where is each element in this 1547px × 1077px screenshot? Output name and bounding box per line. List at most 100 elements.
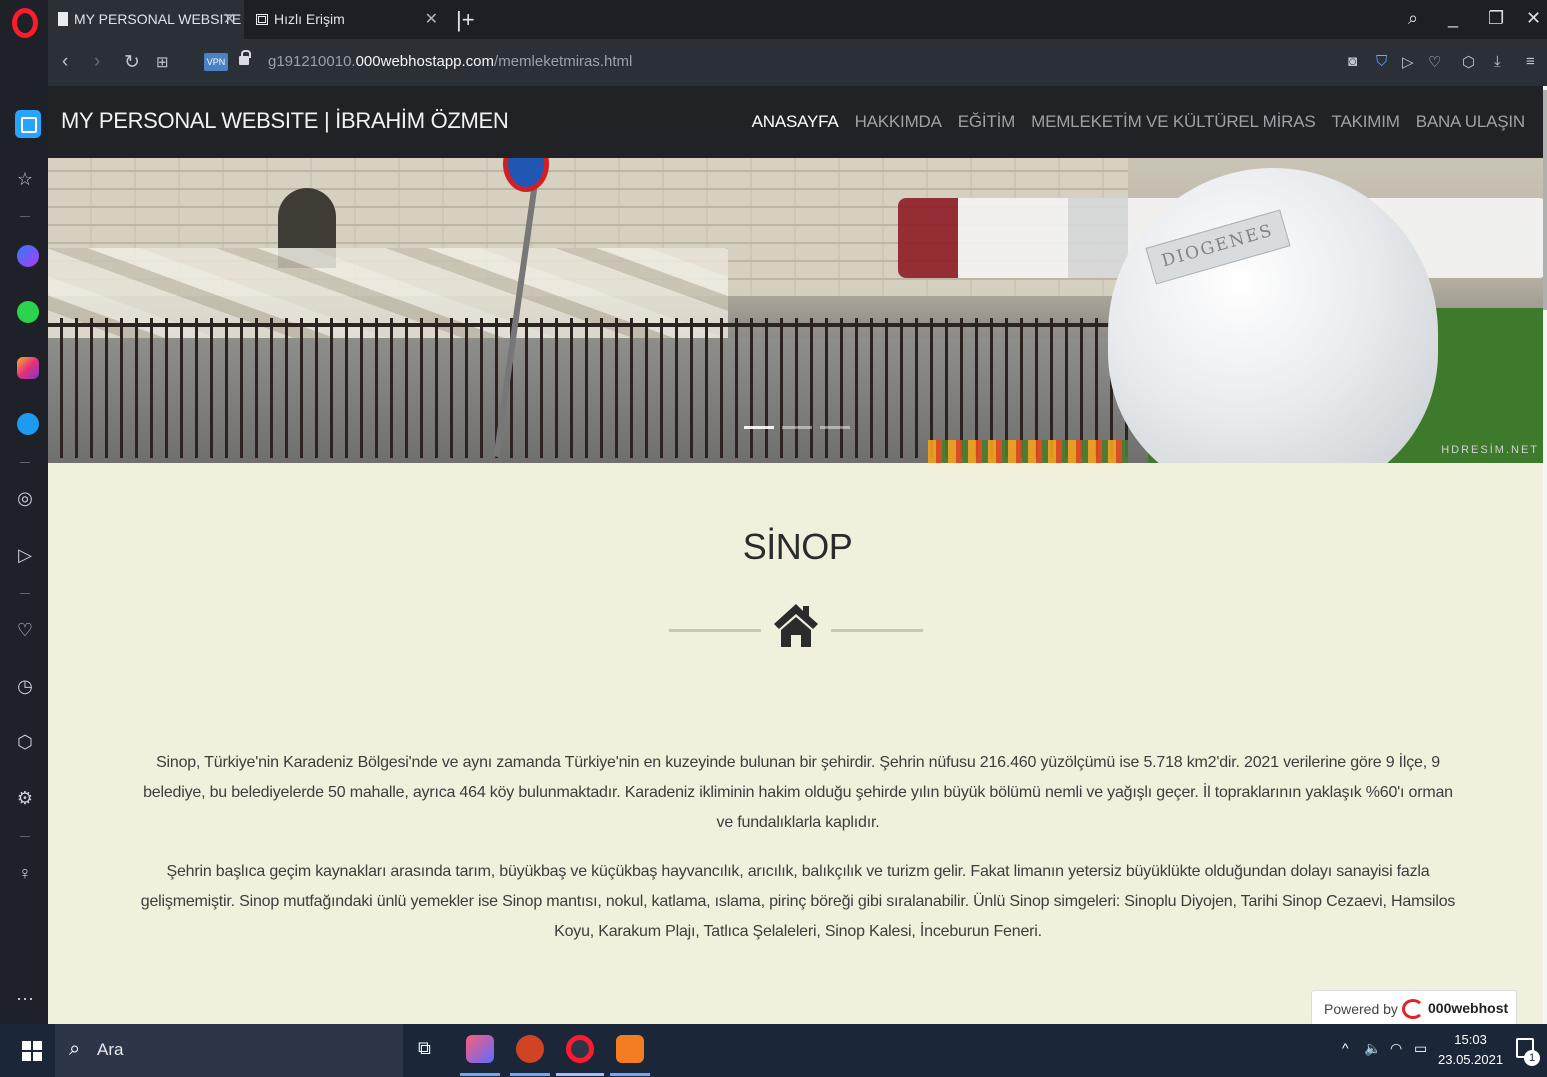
000webhost-logo-icon: [1402, 999, 1424, 1019]
easy-setup-icon[interactable]: ≡: [1526, 53, 1535, 70]
download-icon[interactable]: ⤓: [1494, 53, 1501, 70]
history-clock-icon[interactable]: ◷: [14, 675, 36, 697]
screen: ☆ ◎ ▷ ♡ ◷ ⬡ ⚙ ♀ ⋯ MY PERSONAL WEBSITE | …: [0, 0, 1547, 1077]
opera-sidebar: ☆ ◎ ▷ ♡ ◷ ⬡ ⚙ ♀ ⋯: [0, 0, 48, 1024]
extensions-icon[interactable]: ⬡: [1462, 53, 1475, 71]
lock-icon[interactable]: [239, 50, 251, 65]
content-paragraphs: Sinop, Türkiye'nin Karadeniz Bölgesi'nde…: [138, 748, 1458, 966]
windows-start-icon[interactable]: [22, 1041, 42, 1061]
section-title: SİNOP: [742, 526, 853, 567]
home-icon: [774, 604, 818, 647]
nav-anasayfa[interactable]: ANASAYFA: [752, 112, 839, 132]
powered-by-badge[interactable]: Powered by 000webhost: [1311, 990, 1517, 1024]
taskbar-search-placeholder: Ara: [97, 1040, 124, 1059]
tab-label: Hızlı Erişim: [274, 11, 345, 27]
tab-personal-website[interactable]: MY PERSONAL WEBSITE | İ ✕: [48, 0, 244, 66]
taskbar-search[interactable]: ⌕ Ara: [55, 1024, 403, 1077]
app-active-indicator: [556, 1073, 604, 1076]
forward-icon[interactable]: ›: [94, 51, 100, 73]
task-view-icon[interactable]: ⧉: [418, 1038, 431, 1059]
pinboard-heart-icon[interactable]: ♡: [14, 619, 36, 641]
player-icon[interactable]: ◎: [14, 487, 36, 509]
close-icon[interactable]: ✕: [425, 0, 438, 39]
bookmarks-star-icon[interactable]: ☆: [14, 168, 36, 190]
minimize-icon[interactable]: _: [1448, 8, 1458, 29]
tab-bar: MY PERSONAL WEBSITE | İ ✕ Hızlı Erişim ✕…: [48, 0, 1547, 66]
tab-search-icon[interactable]: ⌕: [1408, 8, 1418, 29]
powerpoint-icon[interactable]: [516, 1035, 544, 1063]
flow-send-icon[interactable]: ▷: [14, 544, 36, 566]
snapshot-camera-icon[interactable]: ◙: [1348, 53, 1357, 70]
volume-icon[interactable]: 🔈: [1364, 1040, 1381, 1057]
carousel-indicators: [744, 426, 850, 429]
windows-taskbar: ⌕ Ara ⧉ ^ 🔈 ◠ ▭ 15:03 23.05.2021 1: [0, 1024, 1547, 1077]
tray-chevron-up-icon[interactable]: ^: [1342, 1040, 1349, 1056]
nav-hakkimda[interactable]: HAKKIMDA: [855, 112, 942, 132]
website-viewport: MY PERSONAL WEBSITE | İBRAHİM ÖZMEN ANAS…: [48, 86, 1547, 1024]
paragraph-1: Sinop, Türkiye'nin Karadeniz Bölgesi'nde…: [143, 754, 1453, 831]
tips-bulb-icon[interactable]: ♀: [14, 862, 36, 884]
divider-line-right: [831, 629, 923, 632]
iron-fence: [48, 318, 1138, 458]
app-running-indicator: [610, 1073, 650, 1076]
tab-hizli-erisim[interactable]: Hızlı Erişim ✕: [246, 0, 446, 39]
close-icon[interactable]: ✕: [223, 0, 236, 39]
sidebar-separator: [20, 836, 30, 837]
url-prefix: g191210010.: [268, 53, 356, 70]
back-icon[interactable]: ‹: [62, 51, 68, 73]
image-watermark: HDRESİM.NET: [1441, 444, 1539, 456]
battery-icon[interactable]: ▭: [1414, 1040, 1427, 1057]
speed-dial-grid-icon: [256, 14, 268, 25]
url-field[interactable]: g191210010.000webhostapp.com/memleketmir…: [268, 53, 632, 70]
nav-takimim[interactable]: TAKIMIM: [1332, 112, 1400, 132]
instagram-icon[interactable]: [17, 357, 39, 379]
messenger-icon[interactable]: [17, 245, 39, 267]
fence-rail: [48, 323, 1138, 327]
site-brand[interactable]: MY PERSONAL WEBSITE | İBRAHİM ÖZMEN: [61, 108, 509, 134]
settings-gear-icon[interactable]: ⚙: [14, 787, 36, 809]
tab-grid-icon[interactable]: ⊞: [156, 53, 169, 71]
paragraph-2: Şehrin başlıca geçim kaynakları arasında…: [140, 863, 1456, 940]
xampp-icon[interactable]: [616, 1035, 644, 1063]
hero-carousel-image[interactable]: DIOGENES HDRESİM.NET: [48, 158, 1547, 463]
new-tab-plus-icon[interactable]: |+: [456, 0, 475, 39]
reload-icon[interactable]: ↻: [124, 51, 140, 74]
opera-taskbar-icon[interactable]: [566, 1035, 594, 1063]
sidebar-separator: [20, 462, 30, 463]
url-path: /memleketmiras.html: [494, 53, 633, 70]
sidebar-separator: [20, 216, 30, 217]
nav-memleketim[interactable]: MEMLEKETİM VE KÜLTÜREL MİRAS: [1031, 112, 1316, 132]
extensions-cube-icon[interactable]: ⬡: [14, 731, 36, 753]
carousel-indicator[interactable]: [820, 426, 850, 429]
powered-by-brand: 000webhost: [1428, 1000, 1509, 1016]
url-domain: 000webhostapp.com: [355, 53, 495, 70]
send-flow-icon[interactable]: ▷: [1402, 53, 1414, 71]
page-icon: [58, 12, 68, 26]
wifi-icon[interactable]: ◠: [1390, 1040, 1402, 1057]
divider-line-left: [669, 629, 761, 632]
address-bar: ‹ › ↻ ⊞ VPN g191210010.000webhostapp.com…: [48, 39, 1547, 86]
taskbar-clock[interactable]: 15:03 23.05.2021: [1438, 1030, 1503, 1070]
nav-egitim[interactable]: EĞİTİM: [958, 112, 1016, 132]
carousel-indicator[interactable]: [782, 426, 812, 429]
restore-icon[interactable]: ❐: [1488, 8, 1504, 29]
carousel-indicator[interactable]: [744, 426, 774, 429]
notification-count-badge: 1: [1524, 1050, 1540, 1066]
opera-logo-icon[interactable]: [12, 8, 38, 38]
whatsapp-icon[interactable]: [17, 301, 39, 323]
speed-dial-icon[interactable]: [15, 110, 41, 138]
page-scrollbar-thumb[interactable]: [1543, 90, 1547, 310]
more-dots-icon[interactable]: ⋯: [14, 988, 36, 1010]
nav-bana-ulasin[interactable]: BANA ULAŞIN: [1416, 112, 1525, 132]
close-window-icon[interactable]: ✕: [1526, 8, 1541, 29]
search-icon: ⌕: [69, 1038, 81, 1060]
app-running-indicator: [460, 1073, 500, 1076]
twitter-icon[interactable]: [17, 413, 39, 435]
vpn-badge[interactable]: VPN: [204, 53, 228, 71]
taskbar-app-vpn-icon[interactable]: [466, 1035, 494, 1063]
add-to-pinboard-heart-icon[interactable]: ♡: [1428, 53, 1441, 71]
site-navbar: MY PERSONAL WEBSITE | İBRAHİM ÖZMEN ANAS…: [48, 86, 1547, 158]
adblock-shield-icon[interactable]: ⛉: [1376, 53, 1387, 70]
powered-by-label: Powered by: [1324, 1001, 1398, 1017]
clock-time: 15:03: [1454, 1032, 1487, 1047]
